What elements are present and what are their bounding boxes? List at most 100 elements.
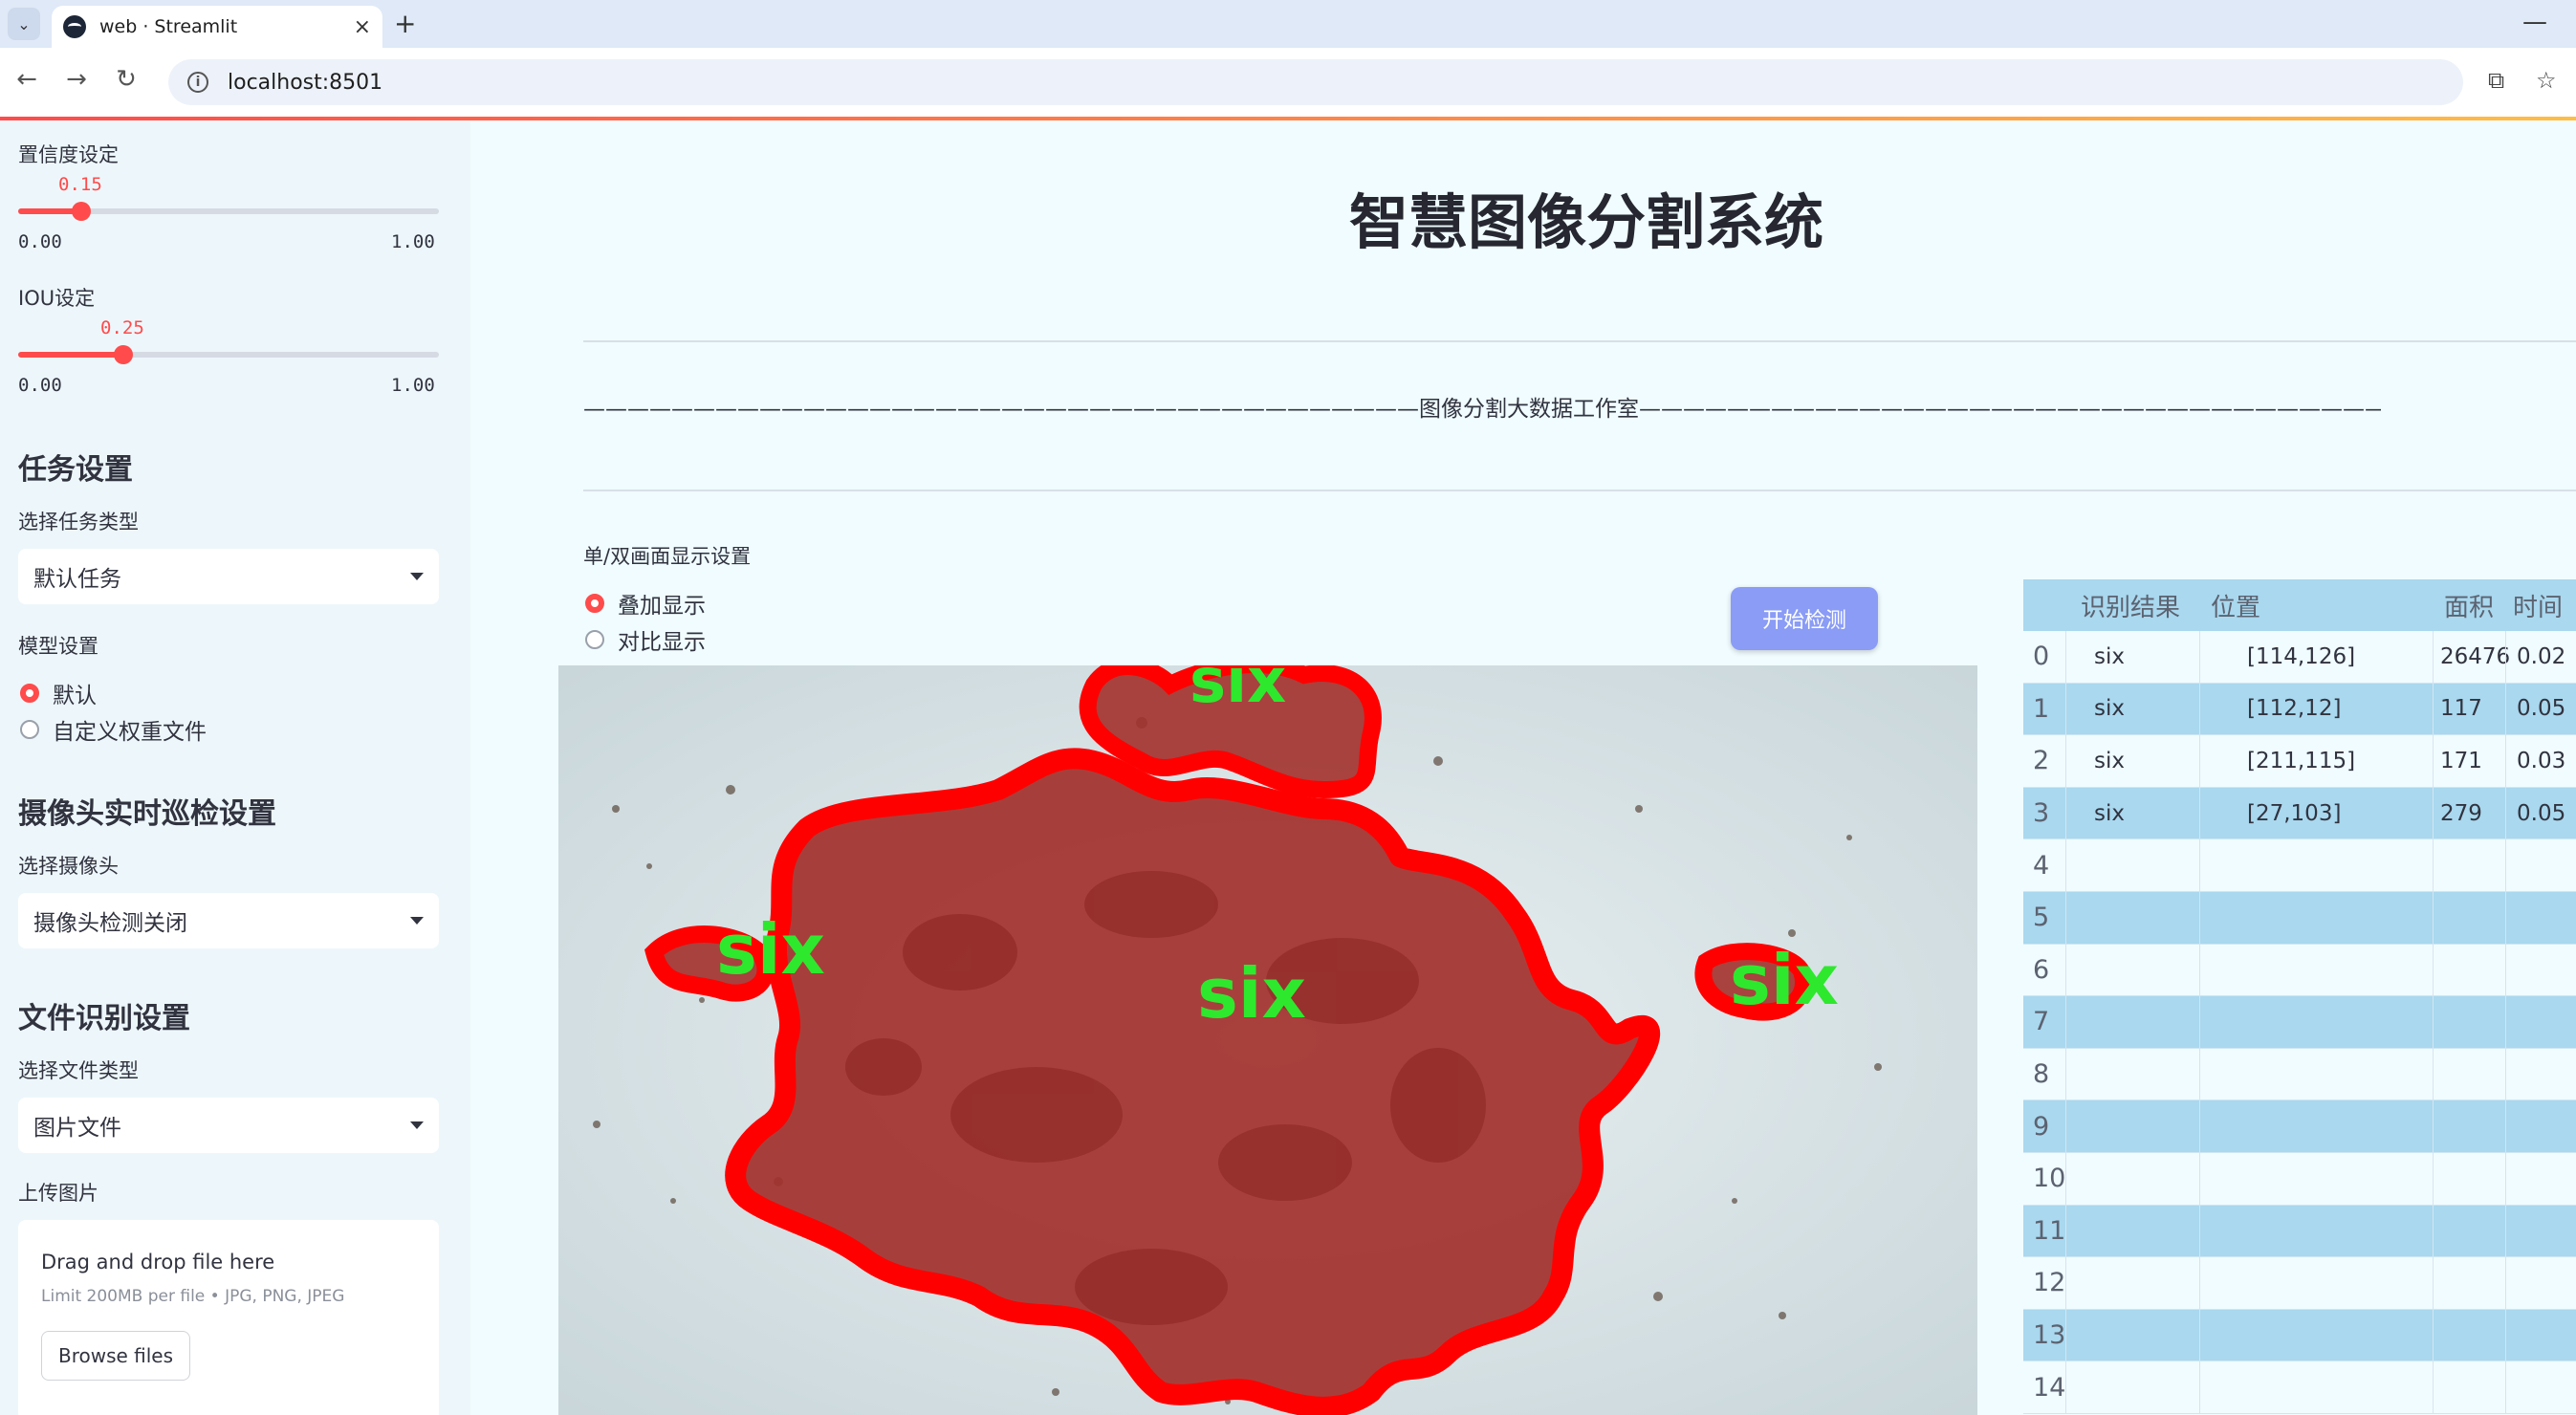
browser-tab[interactable]: web · Streamlit × <box>52 6 382 48</box>
iou-value: 0.25 <box>100 317 144 338</box>
column-divider <box>2433 1205 2434 1257</box>
browse-files-button[interactable]: Browse files <box>41 1331 190 1381</box>
table-row[interactable]: 9 <box>2023 1100 2576 1153</box>
reload-icon[interactable]: ↻ <box>109 65 143 94</box>
column-divider <box>2065 1309 2066 1361</box>
back-arrow-icon[interactable]: ← <box>10 65 44 94</box>
column-divider <box>2433 839 2434 891</box>
row-index: 4 <box>2033 850 2050 881</box>
model-radio-custom[interactable]: 自定义权重文件 <box>20 713 207 746</box>
tab-search-button[interactable]: ⌄ <box>8 8 40 40</box>
display-mode-overlay[interactable]: 叠加显示 <box>585 587 706 620</box>
address-bar[interactable]: i localhost:8501 <box>168 59 2463 105</box>
column-divider <box>2505 735 2506 787</box>
table-row[interactable]: 2 six [211,115] 171 0.03 <box>2023 735 2576 788</box>
confidence-slider[interactable] <box>18 202 439 221</box>
camera-select[interactable]: 摄像头检测关闭 <box>18 893 439 948</box>
column-divider <box>2433 1048 2434 1100</box>
column-divider <box>2505 1361 2506 1413</box>
iou-label: IOU设定 <box>18 287 96 310</box>
header-time[interactable]: 时间 <box>2513 579 2563 631</box>
column-divider <box>2433 1100 2434 1152</box>
detection-label: six <box>1197 953 1306 1034</box>
table-row[interactable]: 3 six [27,103] 279 0.05 <box>2023 787 2576 840</box>
bookmark-star-icon[interactable]: ☆ <box>2536 67 2557 94</box>
confidence-value: 0.15 <box>58 174 102 195</box>
row-index: 1 <box>2033 693 2050 724</box>
table-row[interactable]: 11 <box>2023 1205 2576 1258</box>
column-divider <box>2065 683 2066 735</box>
table-row[interactable]: 6 <box>2023 944 2576 997</box>
confidence-max: 1.00 <box>391 231 435 252</box>
column-divider <box>2199 891 2200 944</box>
browser-tabbar: ⌄ web · Streamlit × + — <box>0 0 2576 48</box>
confidence-slider-thumb[interactable] <box>72 202 91 221</box>
iou-slider-thumb[interactable] <box>114 345 133 364</box>
confidence-label: 置信度设定 <box>18 143 119 166</box>
streamlit-favicon-icon <box>63 15 86 38</box>
file-type-label: 选择文件类型 <box>18 1059 139 1082</box>
column-divider <box>2505 1048 2506 1100</box>
confidence-min: 0.00 <box>18 231 62 252</box>
row-index: 8 <box>2033 1059 2050 1090</box>
iou-slider[interactable] <box>18 345 439 364</box>
column-divider <box>2505 1205 2506 1257</box>
row-index: 13 <box>2033 1320 2066 1351</box>
file-type-select[interactable]: 图片文件 <box>18 1098 439 1153</box>
table-row[interactable]: 4 <box>2023 839 2576 892</box>
file-uploader-dropzone[interactable]: Drag and drop file here Limit 200MB per … <box>18 1220 439 1415</box>
table-row[interactable]: 10 <box>2023 1152 2576 1206</box>
column-divider <box>2433 787 2434 839</box>
table-row[interactable]: 1 six [112,12] 117 0.05 <box>2023 683 2576 736</box>
forward-arrow-icon[interactable]: → <box>59 65 94 94</box>
divider <box>583 340 2576 342</box>
camera-value: 摄像头检测关闭 <box>33 911 187 936</box>
column-divider <box>2505 1309 2506 1361</box>
chevron-down-icon <box>410 1121 424 1129</box>
table-row[interactable]: 7 <box>2023 996 2576 1049</box>
column-divider <box>2505 944 2506 996</box>
table-row[interactable]: 5 <box>2023 891 2576 945</box>
model-radio-default[interactable]: 默认 <box>20 677 97 709</box>
start-detection-button[interactable]: 开始检测 <box>1731 587 1878 650</box>
task-settings-header: 任务设置 <box>18 453 133 487</box>
display-mode-compare[interactable]: 对比显示 <box>585 623 706 656</box>
results-table[interactable]: 识别结果 位置 面积 时间 0 six [114,126] 26476 0.02 1 six… <box>2023 579 2576 1414</box>
iou-min: 0.00 <box>18 375 62 396</box>
window-minimize-button[interactable]: — <box>2522 8 2547 36</box>
cell-result: six <box>2094 696 2125 722</box>
column-divider <box>2065 1361 2066 1413</box>
table-row[interactable]: 12 <box>2023 1257 2576 1310</box>
cell-result: six <box>2094 800 2125 826</box>
column-divider <box>2199 944 2200 996</box>
new-tab-button[interactable]: + <box>394 8 416 39</box>
task-type-select[interactable]: 默认任务 <box>18 549 439 604</box>
table-row[interactable]: 8 <box>2023 1048 2576 1101</box>
translate-icon[interactable]: ⧉ <box>2488 67 2504 94</box>
cell-area: 26476 <box>2440 643 2511 669</box>
column-divider <box>2199 1361 2200 1413</box>
model-option-custom: 自定义权重文件 <box>53 720 207 745</box>
row-index: 7 <box>2033 1007 2050 1037</box>
studio-banner: ——————————————————————————————————————图像… <box>583 397 2381 422</box>
column-divider <box>2065 1048 2066 1100</box>
column-divider <box>2199 683 2200 735</box>
display-mode-compare-label: 对比显示 <box>618 630 706 655</box>
column-divider <box>2433 996 2434 1048</box>
header-position[interactable]: 位置 <box>2211 579 2260 631</box>
site-info-icon[interactable]: i <box>187 72 208 93</box>
radio-unchecked-icon <box>20 720 39 739</box>
chevron-down-icon <box>410 917 424 925</box>
table-row[interactable]: 14 <box>2023 1361 2576 1414</box>
header-result[interactable]: 识别结果 <box>2081 579 2180 631</box>
chevron-down-icon <box>410 573 424 580</box>
cell-result: six <box>2094 748 2125 773</box>
header-area[interactable]: 面积 <box>2444 579 2494 631</box>
tab-close-icon[interactable]: × <box>354 15 371 39</box>
column-divider <box>2505 891 2506 944</box>
column-divider <box>2505 1152 2506 1205</box>
table-row[interactable]: 0 six [114,126] 26476 0.02 <box>2023 631 2576 684</box>
column-divider <box>2065 839 2066 891</box>
row-index: 6 <box>2033 954 2050 985</box>
table-row[interactable]: 13 <box>2023 1309 2576 1362</box>
